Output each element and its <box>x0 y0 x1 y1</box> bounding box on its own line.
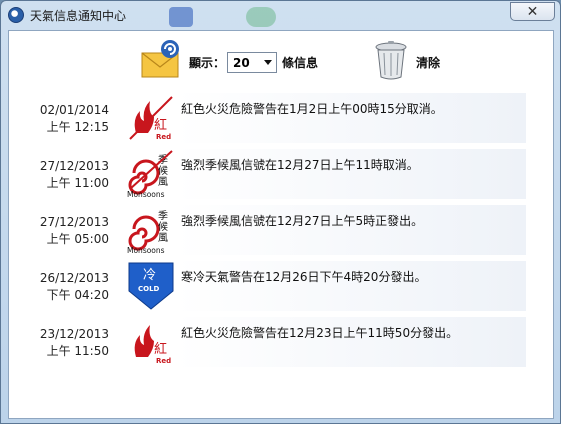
svg-text:紅: 紅 <box>154 342 167 357</box>
svg-text:冷: 冷 <box>143 268 156 283</box>
message-date: 26/12/2013 <box>39 271 109 285</box>
message-date: 23/12/2013 <box>39 327 109 341</box>
info-unit-label: 條信息 <box>282 56 319 70</box>
chevron-down-icon <box>264 60 272 65</box>
mail-icon <box>141 40 179 78</box>
message-text: 強烈季候風信號在12月27日上午5時正發出。 <box>181 214 424 228</box>
message-time: 上午 11:00 <box>46 176 109 190</box>
red-fire-danger-icon: 紅 Red <box>126 317 176 367</box>
message-count-select[interactable]: 20 <box>227 52 277 73</box>
message-timestamp: 23/12/2013 上午 11:50 <box>15 326 109 360</box>
count-value: 20 <box>233 55 250 70</box>
message-time: 上午 12:15 <box>46 120 109 134</box>
background-blur <box>169 7 193 27</box>
monsoons-label: Monsoons <box>127 246 165 255</box>
list-item: 27/12/2013 上午 11:00 季 候 風 Monsoons 強烈季候風… <box>9 149 553 205</box>
message-time: 上午 05:00 <box>46 232 109 246</box>
title-bar[interactable]: 天氣信息通知中心 ✕ <box>1 1 560 29</box>
monsoon-signal-cancelled-icon: 季 候 風 Monsoons <box>126 149 176 199</box>
red-fire-danger-cancelled-icon: 紅 Red <box>126 93 176 143</box>
message-timestamp: 26/12/2013 下午 04:20 <box>15 270 109 304</box>
message-date: 27/12/2013 <box>39 215 109 229</box>
message-text: 紅色火災危險警告在12月23日上午11時50分發出。 <box>181 326 459 340</box>
list-item: 27/12/2013 上午 05:00 季 候 風 Monsoons 強烈季候風… <box>9 205 553 261</box>
message-date: 27/12/2013 <box>39 159 109 173</box>
svg-text:紅: 紅 <box>154 118 167 133</box>
message-time: 下午 04:20 <box>46 288 109 302</box>
message-text: 強烈季候風信號在12月27日上午11時取消。 <box>181 158 419 172</box>
message-text: 寒冷天氣警告在12月26日下午4時20分發出。 <box>181 270 427 284</box>
message-timestamp: 27/12/2013 上午 05:00 <box>15 214 109 248</box>
message-timestamp: 27/12/2013 上午 11:00 <box>15 158 109 192</box>
monsoons-label: Monsoons <box>127 190 165 199</box>
cold-weather-icon: 冷 COLD <box>126 261 176 311</box>
close-button[interactable]: ✕ <box>510 2 555 21</box>
app-logo-icon <box>8 7 24 23</box>
message-time: 上午 11:50 <box>46 344 109 358</box>
svg-text:Red: Red <box>156 357 171 365</box>
svg-text:COLD: COLD <box>138 285 160 293</box>
window-title: 天氣信息通知中心 <box>30 9 127 23</box>
svg-text:風: 風 <box>158 176 168 188</box>
svg-text:候: 候 <box>158 164 168 177</box>
svg-text:候: 候 <box>158 220 168 233</box>
list-item: 23/12/2013 上午 11:50 紅 Red 紅色火災危險警告在12月23… <box>9 317 553 373</box>
svg-text:季: 季 <box>158 210 168 222</box>
message-date: 02/01/2014 <box>39 103 109 117</box>
svg-text:Red: Red <box>156 133 171 141</box>
message-timestamp: 02/01/2014 上午 12:15 <box>15 102 109 136</box>
list-item: 02/01/2014 上午 12:15 紅 Red 紅色火災危險警告在1月2日上… <box>9 93 553 149</box>
svg-text:風: 風 <box>158 232 168 244</box>
main-window: 天氣信息通知中心 ✕ 顯示： 20 條信息 清除 02/01/2014 上午 1… <box>0 0 561 424</box>
background-blur <box>246 7 276 27</box>
show-label: 顯示： <box>189 56 226 70</box>
clear-button[interactable]: 清除 <box>416 54 440 71</box>
client-area: 顯示： 20 條信息 清除 02/01/2014 上午 12:15 紅 Red … <box>8 30 554 419</box>
list-item: 26/12/2013 下午 04:20 冷 COLD 寒冷天氣警告在12月26日… <box>9 261 553 317</box>
toolbar: 顯示： 20 條信息 清除 <box>9 31 553 91</box>
trash-can-icon[interactable] <box>373 39 409 81</box>
message-text: 紅色火災危險警告在1月2日上午00時15分取消。 <box>181 102 443 116</box>
monsoon-signal-icon: 季 候 風 Monsoons <box>126 205 176 255</box>
